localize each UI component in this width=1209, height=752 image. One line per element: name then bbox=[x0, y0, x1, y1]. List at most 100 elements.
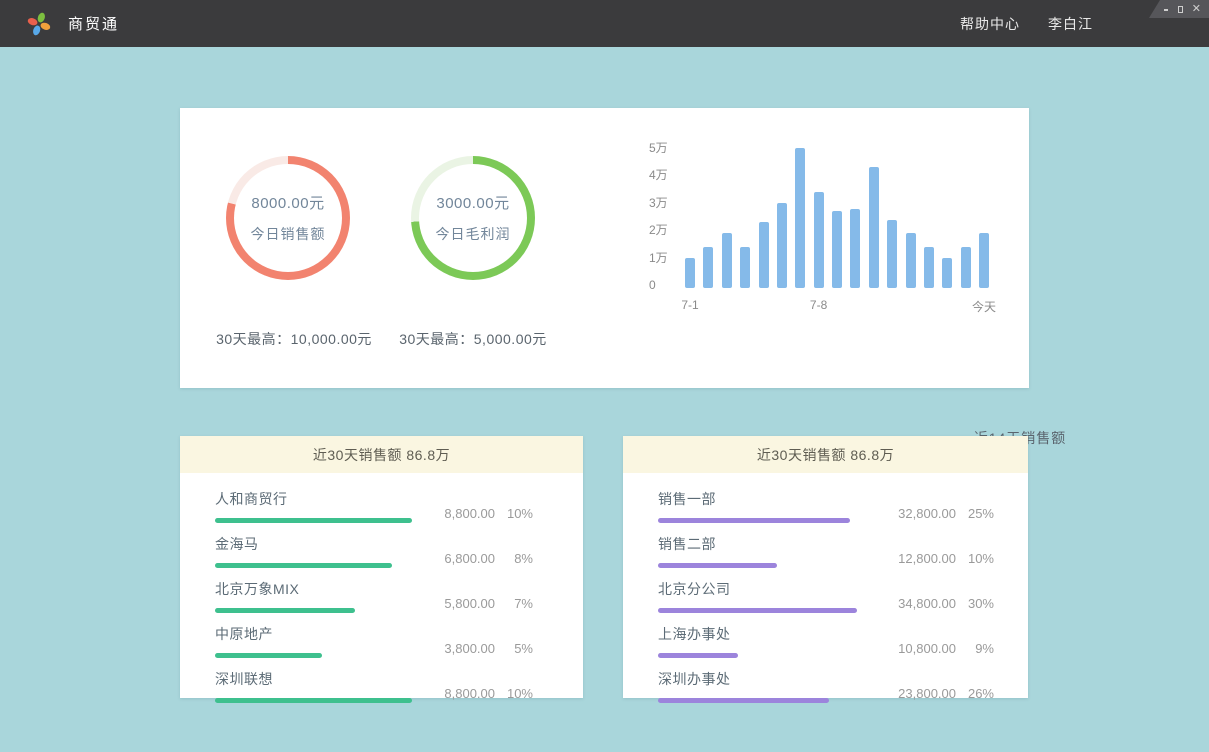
minimize-button[interactable] bbox=[1163, 4, 1169, 15]
daily-bar-10 bbox=[869, 167, 879, 288]
overview-card: 8000.00元 今日销售额 3000.00元 今日毛利润 30天最高：10,0… bbox=[180, 108, 1029, 388]
today-sales-label: 今日销售额 bbox=[251, 224, 326, 244]
rank-amount: 23,800.00 bbox=[878, 686, 956, 701]
profit-30d-max: 30天最高：5,000.00元 bbox=[393, 329, 553, 349]
rank-figures: 8,800.0010% bbox=[417, 686, 533, 701]
department-rank-title: 近30天销售额 86.8万 bbox=[623, 436, 1028, 473]
xtick-今天: 今天 bbox=[972, 298, 996, 315]
rank-row-3: 上海办事处10,800.009% bbox=[623, 624, 1028, 658]
rank-name: 销售二部 bbox=[658, 534, 777, 554]
rank-amount: 5,800.00 bbox=[417, 596, 495, 611]
rank-entry: 销售二部 bbox=[658, 534, 777, 568]
ytick-5: 5万 bbox=[649, 140, 668, 156]
today-sales-value: 8000.00元 bbox=[251, 192, 324, 213]
rank-amount: 3,800.00 bbox=[417, 641, 495, 656]
rank-percent: 8% bbox=[495, 551, 533, 566]
customer-rank-card: 近30天销售额 86.8万 人和商贸行8,800.0010%金海马6,800.0… bbox=[180, 436, 583, 698]
rank-entry: 中原地产 bbox=[215, 624, 322, 658]
daily-bar-12 bbox=[906, 233, 916, 288]
daily-bar-2 bbox=[722, 233, 732, 288]
rank-bar bbox=[215, 563, 392, 568]
rank-figures: 23,800.0026% bbox=[878, 686, 994, 701]
rank-name: 金海马 bbox=[215, 534, 392, 554]
rank-row-1: 销售二部 12,800.0010% bbox=[623, 534, 1028, 568]
rank-figures: 32,800.0025% bbox=[878, 506, 994, 521]
rank-name: 北京分公司 bbox=[658, 579, 857, 599]
rank-amount: 8,800.00 bbox=[417, 506, 495, 521]
rank-amount: 32,800.00 bbox=[878, 506, 956, 521]
rank-row-2: 北京分公司 34,800.0030% bbox=[623, 579, 1028, 613]
rank-bar bbox=[658, 653, 738, 658]
rank-entry: 深圳办事处 bbox=[658, 669, 829, 703]
department-rank-list: 销售一部 32,800.0025% 销售二部 12,800.0010% 北京分公司 34,… bbox=[623, 473, 1028, 703]
rank-figures: 3,800.005% bbox=[417, 641, 533, 656]
daily-bar-6 bbox=[795, 148, 805, 288]
today-sales-donut: 8000.00元 今日销售额 bbox=[226, 156, 350, 280]
today-profit-value: 3000.00元 bbox=[436, 192, 509, 213]
rank-figures: 12,800.0010% bbox=[878, 551, 994, 566]
rank-amount: 6,800.00 bbox=[417, 551, 495, 566]
rank-name: 中原地产 bbox=[215, 624, 322, 644]
window-controls: ✕ bbox=[1149, 0, 1209, 18]
help-center-link[interactable]: 帮助中心 bbox=[960, 14, 1020, 34]
ytick-1: 1万 bbox=[649, 250, 668, 266]
rank-row-4: 深圳办事处 23,800.0026% bbox=[623, 669, 1028, 703]
department-rank-card: 近30天销售额 86.8万 销售一部 32,800.0025% 销售二部 12,800… bbox=[623, 436, 1028, 698]
rank-amount: 12,800.00 bbox=[878, 551, 956, 566]
rank-bar bbox=[658, 563, 777, 568]
today-profit-label: 今日毛利润 bbox=[436, 224, 511, 244]
daily-bar-15 bbox=[961, 247, 971, 288]
rank-percent: 30% bbox=[956, 596, 994, 611]
rank-entry: 销售一部 bbox=[658, 489, 850, 523]
sales-30d-max: 30天最高：10,000.00元 bbox=[206, 329, 382, 349]
rank-percent: 10% bbox=[495, 686, 533, 701]
rank-row-3: 中原地产 3,800.005% bbox=[180, 624, 583, 658]
rank-row-2: 北京万象MIX 5,800.007% bbox=[180, 579, 583, 613]
rank-amount: 34,800.00 bbox=[878, 596, 956, 611]
rank-row-0: 人和商贸行 8,800.0010% bbox=[180, 489, 583, 523]
rank-bar bbox=[215, 608, 355, 613]
xtick-7-8: 7-8 bbox=[810, 298, 827, 312]
rank-bar bbox=[215, 653, 322, 658]
app-logo-icon bbox=[26, 11, 52, 37]
close-button[interactable]: ✕ bbox=[1192, 4, 1201, 15]
rank-bar bbox=[215, 518, 412, 523]
maximize-button[interactable] bbox=[1177, 4, 1183, 15]
titlebar: 商贸通 帮助中心 李白江 ✕ bbox=[0, 0, 1209, 47]
rank-entry: 金海马 bbox=[215, 534, 392, 568]
customer-rank-title: 近30天销售额 86.8万 bbox=[180, 436, 583, 473]
rank-entry: 北京万象MIX bbox=[215, 579, 355, 613]
rank-name: 深圳联想 bbox=[215, 669, 412, 689]
daily-bar-11 bbox=[887, 220, 897, 289]
daily-bar-8 bbox=[832, 211, 842, 288]
rank-name: 上海办事处 bbox=[658, 624, 738, 644]
daily-bar-16 bbox=[979, 233, 989, 288]
daily-bar-0 bbox=[685, 258, 695, 288]
daily-bar-7 bbox=[814, 192, 824, 288]
rank-figures: 34,800.0030% bbox=[878, 596, 994, 611]
user-menu[interactable]: 李白江 bbox=[1048, 14, 1093, 34]
app-title: 商贸通 bbox=[68, 13, 119, 34]
rank-percent: 5% bbox=[495, 641, 533, 656]
rank-percent: 10% bbox=[495, 506, 533, 521]
customer-rank-list: 人和商贸行8,800.0010%金海马6,800.008%北京万象MIX5,80… bbox=[180, 473, 583, 703]
daily-sales-bar-chart: 01万2万3万4万5万 7-17-8今天 bbox=[645, 138, 1015, 313]
rank-percent: 26% bbox=[956, 686, 994, 701]
daily-bar-1 bbox=[703, 247, 713, 288]
rank-bar bbox=[215, 698, 412, 703]
daily-bar-4 bbox=[759, 222, 769, 288]
rank-percent: 7% bbox=[495, 596, 533, 611]
ytick-3: 3万 bbox=[649, 195, 668, 211]
daily-bar-5 bbox=[777, 203, 787, 288]
rank-row-1: 金海马 6,800.008% bbox=[180, 534, 583, 568]
rank-row-0: 销售一部 32,800.0025% bbox=[623, 489, 1028, 523]
rank-name: 销售一部 bbox=[658, 489, 850, 509]
daily-bar-13 bbox=[924, 247, 934, 288]
rank-entry: 深圳联想 bbox=[215, 669, 412, 703]
rank-entry: 人和商贸行 bbox=[215, 489, 412, 523]
ytick-4: 4万 bbox=[649, 167, 668, 183]
rank-row-4: 深圳联想 8,800.0010% bbox=[180, 669, 583, 703]
rank-percent: 25% bbox=[956, 506, 994, 521]
rank-entry: 北京分公司 bbox=[658, 579, 857, 613]
ytick-2: 2万 bbox=[649, 222, 668, 238]
